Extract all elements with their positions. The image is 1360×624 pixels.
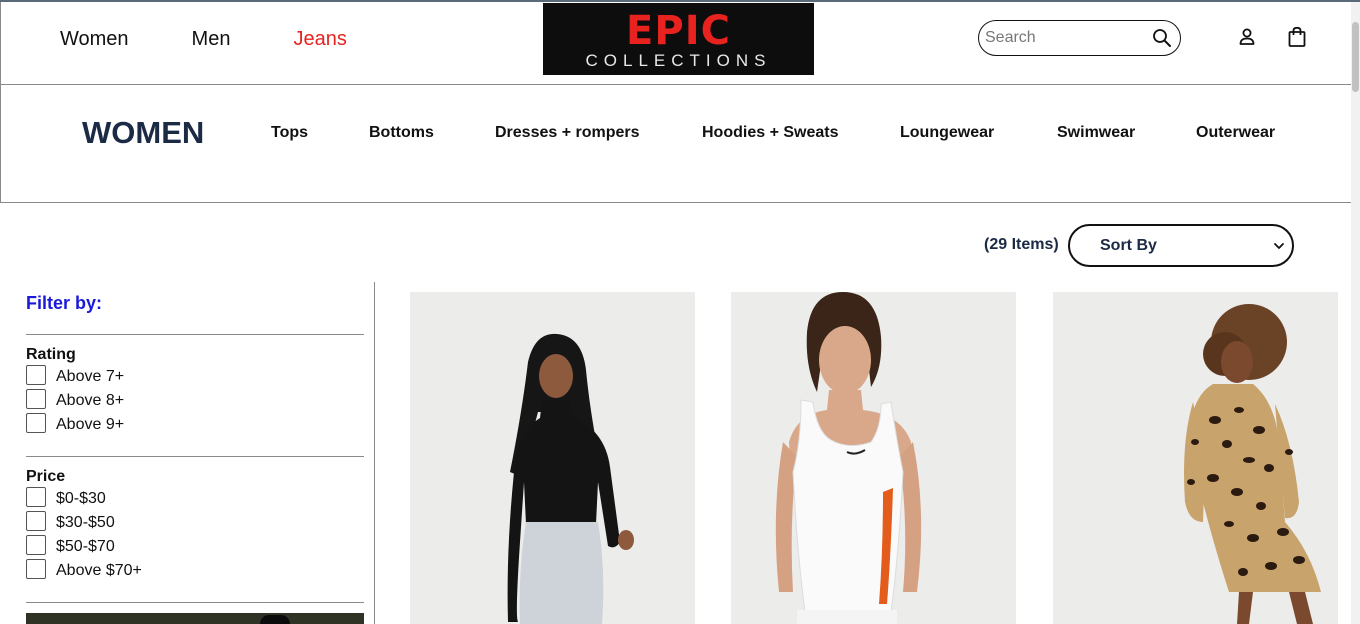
- main-nav: Women Men Jeans: [60, 29, 410, 49]
- sort-select-label: Sort By: [1100, 237, 1157, 254]
- filter-option-label: Above 7+: [56, 368, 125, 385]
- filter-group-rating-title: Rating: [26, 346, 76, 363]
- divider: [26, 334, 364, 335]
- filter-title: Filter by:: [26, 293, 103, 313]
- checkbox[interactable]: [26, 413, 46, 433]
- page-title: WOMEN: [82, 115, 205, 150]
- sort-select[interactable]: Sort By: [1068, 224, 1294, 267]
- divider: [26, 456, 364, 457]
- sidebar-promo-image[interactable]: [26, 613, 364, 624]
- scrollbar-thumb[interactable]: [1352, 22, 1359, 92]
- filter-option-label: $50-$70: [56, 538, 115, 555]
- chevron-down-icon: [1274, 243, 1284, 249]
- search-box: [978, 20, 1181, 56]
- filter-option-label: $30-$50: [56, 514, 115, 531]
- sidebar-divider: [374, 282, 375, 624]
- category-link-hoodies-sweats[interactable]: Hoodies + Sweats: [702, 124, 839, 142]
- filter-option-label: $0-$30: [56, 490, 106, 507]
- category-link-bottoms[interactable]: Bottoms: [369, 124, 434, 142]
- search-icon[interactable]: [1152, 28, 1172, 48]
- search-input[interactable]: [985, 28, 1145, 48]
- filter-option-label: Above 8+: [56, 392, 125, 409]
- brand-logo[interactable]: EPIC COLLECTIONS: [543, 3, 814, 75]
- product-card-leopard-dress[interactable]: [1053, 292, 1338, 624]
- checkbox[interactable]: [26, 487, 46, 507]
- nav-link-women[interactable]: Women: [60, 29, 129, 49]
- checkbox[interactable]: [26, 511, 46, 531]
- page-scrollbar[interactable]: [1351, 2, 1360, 624]
- logo-subtitle: COLLECTIONS: [585, 51, 772, 70]
- filter-group-price-title: Price: [26, 468, 66, 485]
- checkbox[interactable]: [26, 535, 46, 555]
- product-card-black-top[interactable]: [410, 292, 695, 624]
- shopping-bag-icon[interactable]: [1286, 26, 1308, 48]
- nav-link-jeans[interactable]: Jeans: [293, 29, 346, 49]
- checkbox[interactable]: [26, 559, 46, 579]
- items-count: (29 Items): [984, 236, 1059, 253]
- logo-wordmark: EPIC: [626, 8, 731, 54]
- checkbox[interactable]: [26, 389, 46, 409]
- product-card-white-tank[interactable]: [731, 292, 1016, 624]
- filter-option-label: Above 9+: [56, 416, 125, 433]
- category-link-outerwear[interactable]: Outerwear: [1196, 124, 1275, 142]
- user-icon[interactable]: [1237, 27, 1257, 47]
- product-image: [410, 292, 695, 624]
- nav-link-men[interactable]: Men: [192, 29, 231, 49]
- category-link-loungewear[interactable]: Loungewear: [900, 124, 994, 142]
- filter-option-label: Above $70+: [56, 562, 142, 579]
- category-link-dresses-rompers[interactable]: Dresses + rompers: [495, 124, 640, 142]
- divider: [26, 602, 364, 603]
- checkbox[interactable]: [26, 365, 46, 385]
- category-bar: WOMEN Tops Bottoms Dresses + rompers Hoo…: [0, 85, 1351, 203]
- site-header: Women Men Jeans EPIC COLLECTIONS: [0, 2, 1351, 85]
- category-link-swimwear[interactable]: Swimwear: [1057, 124, 1135, 142]
- product-image: [731, 292, 1016, 624]
- category-link-tops[interactable]: Tops: [271, 124, 308, 142]
- product-image: [1053, 292, 1337, 624]
